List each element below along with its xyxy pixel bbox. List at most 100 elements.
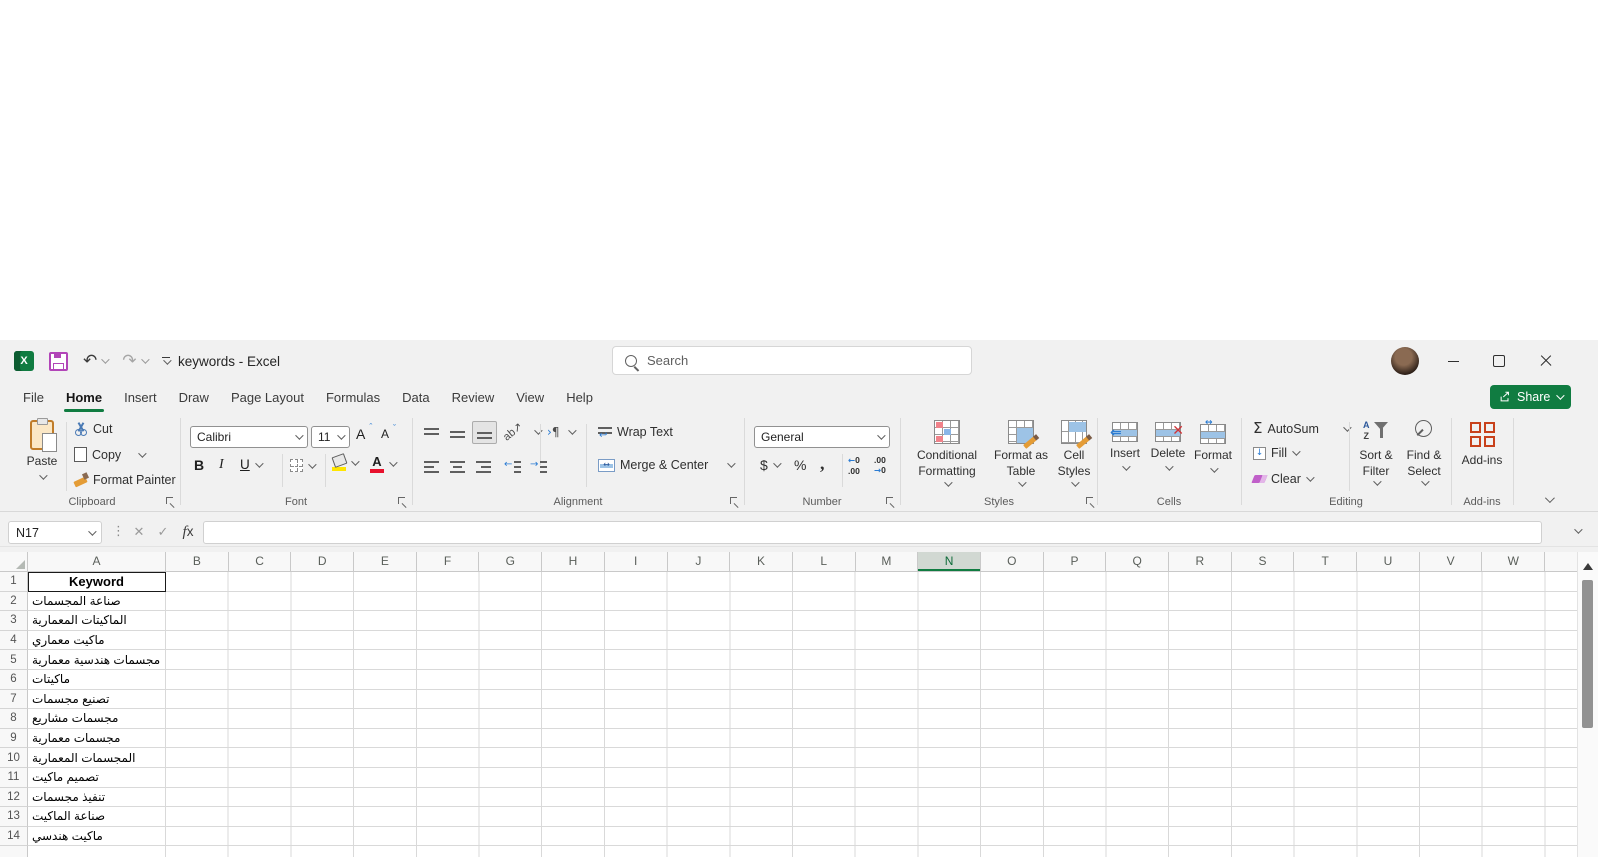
cell-a4[interactable]: ماكيت معماري <box>28 631 166 651</box>
cell-a14[interactable]: ماكيت هندسي <box>28 827 166 847</box>
collapse-ribbon-icon[interactable] <box>1545 493 1555 503</box>
grid-cells-row-1[interactable] <box>166 572 1577 592</box>
column-header-d[interactable]: D <box>291 552 354 572</box>
cell-a9[interactable]: مجسمات معمارية <box>28 729 166 749</box>
row-header-1[interactable]: 1 <box>0 572 28 592</box>
user-avatar[interactable] <box>1391 347 1419 375</box>
column-header-v[interactable]: V <box>1420 552 1483 572</box>
column-header-o[interactable]: O <box>981 552 1044 572</box>
format-painter-button[interactable]: Format Painter <box>74 473 176 487</box>
cell-a3[interactable]: الماكيتات المعمارية <box>28 611 166 631</box>
row-header-12[interactable]: 12 <box>0 788 28 808</box>
tab-insert[interactable]: Insert <box>113 382 168 412</box>
enter-button[interactable]: ✓ <box>152 521 174 544</box>
column-header-p[interactable]: P <box>1044 552 1107 572</box>
align-center-button[interactable] <box>450 460 465 473</box>
paste-button[interactable]: Paste <box>20 420 64 480</box>
insert-function-button[interactable]: fx <box>177 521 199 544</box>
find-select-button[interactable]: Find & Select <box>1401 420 1447 486</box>
cell-a7[interactable]: تصنيع مجسمات <box>28 690 166 710</box>
grid-cells-row-11[interactable] <box>166 768 1577 788</box>
grid-cells-row-12[interactable] <box>166 788 1577 808</box>
decrease-indent-button[interactable]: ← <box>506 460 521 473</box>
clipboard-dialog-launcher-icon[interactable] <box>166 497 176 507</box>
underline-button[interactable]: U <box>240 457 261 472</box>
minimize-button[interactable] <box>1430 340 1476 382</box>
cell-a1[interactable]: Keyword <box>28 572 166 592</box>
number-format-combo[interactable]: General <box>754 426 890 448</box>
column-header-k[interactable]: K <box>730 552 793 572</box>
scroll-up-icon[interactable] <box>1583 558 1593 570</box>
top-align-button[interactable] <box>424 427 439 440</box>
cell-a11[interactable]: تصميم ماكيت <box>28 768 166 788</box>
row-header-11[interactable]: 11 <box>0 768 28 788</box>
share-button[interactable]: Share <box>1490 385 1571 409</box>
bold-button[interactable]: B <box>194 457 204 473</box>
tab-page-layout[interactable]: Page Layout <box>220 382 315 412</box>
column-header-r[interactable]: R <box>1169 552 1232 572</box>
vertical-scrollbar[interactable] <box>1577 552 1598 857</box>
grid-cells-row-3[interactable] <box>166 611 1577 631</box>
format-cells-button[interactable]: ↔ Format <box>1191 422 1235 473</box>
accounting-format-button[interactable]: $ <box>760 457 779 473</box>
cell-a2[interactable]: صناعة المجسمات <box>28 592 166 612</box>
cell-a8[interactable]: مجسمات مشاريع <box>28 709 166 729</box>
expand-formula-bar-icon[interactable] <box>1574 525 1582 533</box>
name-box[interactable]: N17 <box>8 521 102 544</box>
tab-home[interactable]: Home <box>55 382 113 412</box>
tab-help[interactable]: Help <box>555 382 604 412</box>
cell-a12[interactable]: تنفيذ مجسمات <box>28 788 166 808</box>
row-header-4[interactable]: 4 <box>0 631 28 651</box>
decrease-font-size-button[interactable]: Aˇ <box>381 427 389 441</box>
insert-cells-button[interactable]: ⇐ Insert <box>1105 422 1145 471</box>
copy-button[interactable]: Copy <box>74 447 144 462</box>
column-header-m[interactable]: M <box>856 552 919 572</box>
clear-button[interactable]: Clear <box>1253 472 1312 486</box>
customize-quick-access-button[interactable] <box>162 357 170 365</box>
column-header-s[interactable]: S <box>1232 552 1295 572</box>
borders-button[interactable] <box>290 459 314 472</box>
delete-cells-button[interactable]: ✕ Delete <box>1147 422 1189 471</box>
column-header-partial[interactable] <box>1545 552 1577 572</box>
conditional-formatting-button[interactable]: Conditional Formatting <box>908 420 986 487</box>
sort-filter-button[interactable]: AZ Sort & Filter <box>1353 420 1399 486</box>
search-input[interactable]: Search <box>612 346 972 375</box>
save-icon[interactable] <box>49 352 68 371</box>
redo-button[interactable]: ↷ <box>122 353 146 370</box>
merge-center-button[interactable]: ↔ Merge & Center <box>598 458 733 472</box>
font-name-combo[interactable]: Calibri <box>190 426 308 448</box>
column-header-q[interactable]: Q <box>1106 552 1169 572</box>
row-header-8[interactable]: 8 <box>0 709 28 729</box>
percent-style-button[interactable]: % <box>794 457 806 473</box>
restore-button[interactable] <box>1476 340 1522 382</box>
align-right-button[interactable] <box>476 460 491 473</box>
undo-button[interactable]: ↶ <box>83 353 107 370</box>
column-header-n[interactable]: N <box>918 552 981 572</box>
column-header-h[interactable]: H <box>542 552 605 572</box>
grid-cells-row-14[interactable] <box>166 827 1577 847</box>
alignment-dialog-launcher-icon[interactable] <box>730 497 740 507</box>
tab-data[interactable]: Data <box>391 382 440 412</box>
row-header-10[interactable]: 10 <box>0 748 28 768</box>
column-header-f[interactable]: F <box>417 552 480 572</box>
comma-style-button[interactable]: , <box>820 453 825 474</box>
scrollbar-thumb[interactable] <box>1582 580 1593 728</box>
column-header-i[interactable]: I <box>605 552 668 572</box>
row-header-14[interactable]: 14 <box>0 827 28 847</box>
fill-button[interactable]: ↓ Fill <box>1253 446 1298 460</box>
cell-a10[interactable]: المجسمات المعمارية <box>28 748 166 768</box>
wrap-text-button[interactable]: ↩ Wrap Text <box>598 425 673 439</box>
styles-dialog-launcher-icon[interactable] <box>1086 497 1096 507</box>
row-header-7[interactable]: 7 <box>0 690 28 710</box>
number-dialog-launcher-icon[interactable] <box>886 497 896 507</box>
grid-cells-row-8[interactable] <box>166 709 1577 729</box>
name-box-resize-handle[interactable]: ⋮ <box>112 523 125 539</box>
font-color-button[interactable]: A <box>370 455 395 473</box>
increase-decimal-button[interactable]: ←0.00 <box>848 456 860 477</box>
font-size-combo[interactable]: 11 <box>311 426 350 448</box>
autosum-button[interactable]: Σ AutoSum <box>1253 421 1349 436</box>
row-header-5[interactable]: 5 <box>0 650 28 670</box>
column-header-j[interactable]: J <box>668 552 731 572</box>
row-header-3[interactable]: 3 <box>0 611 28 631</box>
row-header-13[interactable]: 13 <box>0 807 28 827</box>
